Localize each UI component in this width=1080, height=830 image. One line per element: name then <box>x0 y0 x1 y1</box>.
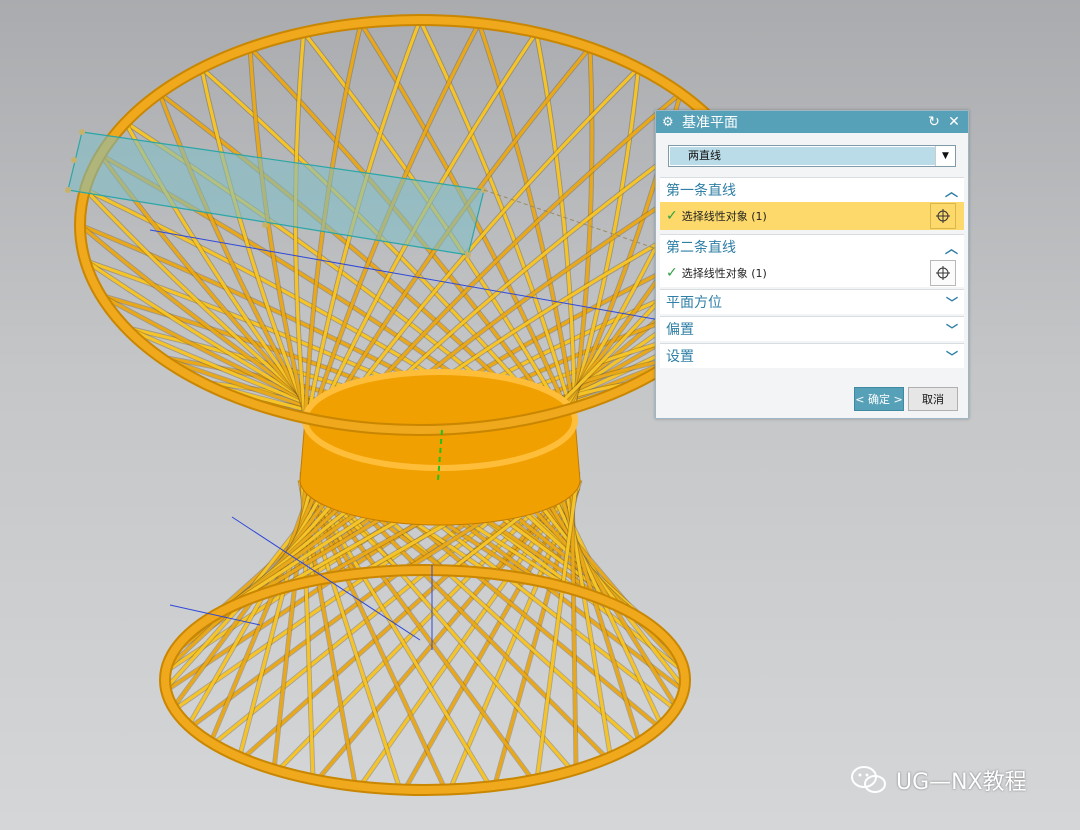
cancel-button[interactable]: 取消 <box>908 387 958 411</box>
watermark-text: UG—NX教程 <box>896 770 1027 795</box>
check-icon: ✓ <box>666 265 678 281</box>
crosshair-icon <box>936 266 950 280</box>
graphics-viewport[interactable]: ⚙ 基准平面 ↻ ✕ 两直线 ▼ 第一条直线 ︿ ✓ 选择线性对象 (1) 第二… <box>0 0 1080 830</box>
dialog-titlebar[interactable]: ⚙ 基准平面 ↻ ✕ <box>656 111 968 133</box>
offset-section[interactable]: 偏置 ﹀ <box>660 316 964 341</box>
chevron-up-icon[interactable]: ︿ <box>945 238 958 257</box>
first-line-select-label: 选择线性对象 (1) <box>681 210 767 223</box>
second-line-header[interactable]: 第二条直线 ︿ <box>660 235 964 259</box>
ok-button[interactable]: < 确定 > <box>854 387 904 411</box>
first-line-selection-row[interactable]: ✓ 选择线性对象 (1) <box>660 202 964 230</box>
second-line-selection-row[interactable]: ✓ 选择线性对象 (1) <box>660 259 964 287</box>
close-icon[interactable]: ✕ <box>946 114 962 130</box>
wechat-icon <box>851 766 886 793</box>
settings-section[interactable]: 设置 ﹀ <box>660 343 964 368</box>
chevron-up-icon[interactable]: ︿ <box>945 181 958 200</box>
chevron-down-icon[interactable]: ﹀ <box>946 321 958 338</box>
crosshair-select-button[interactable] <box>930 260 956 286</box>
gear-icon: ⚙ <box>662 114 674 130</box>
chevron-down-icon[interactable]: ﹀ <box>946 294 958 311</box>
first-line-group: 第一条直线 ︿ ✓ 选择线性对象 (1) <box>660 177 964 230</box>
datum-plane-dialog[interactable]: ⚙ 基准平面 ↻ ✕ 两直线 ▼ 第一条直线 ︿ ✓ 选择线性对象 (1) 第二… <box>655 110 969 419</box>
chevron-down-icon[interactable]: ﹀ <box>946 348 958 365</box>
plane-type-value: 两直线 <box>670 147 935 165</box>
watermark: UG—NX教程 <box>850 764 1027 796</box>
crosshair-select-button[interactable] <box>930 203 956 229</box>
dropdown-arrow-icon[interactable]: ▼ <box>935 146 955 166</box>
plane-type-select[interactable]: 两直线 ▼ <box>668 145 956 167</box>
reset-icon[interactable]: ↻ <box>926 114 942 130</box>
check-icon: ✓ <box>666 208 678 224</box>
crosshair-icon <box>936 209 950 223</box>
first-line-header[interactable]: 第一条直线 ︿ <box>660 178 964 202</box>
plane-orientation-section[interactable]: 平面方位 ﹀ <box>660 289 964 314</box>
dialog-title: 基准平面 <box>682 115 738 131</box>
second-line-select-label: 选择线性对象 (1) <box>681 267 767 280</box>
second-line-group: 第二条直线 ︿ ✓ 选择线性对象 (1) <box>660 234 964 287</box>
